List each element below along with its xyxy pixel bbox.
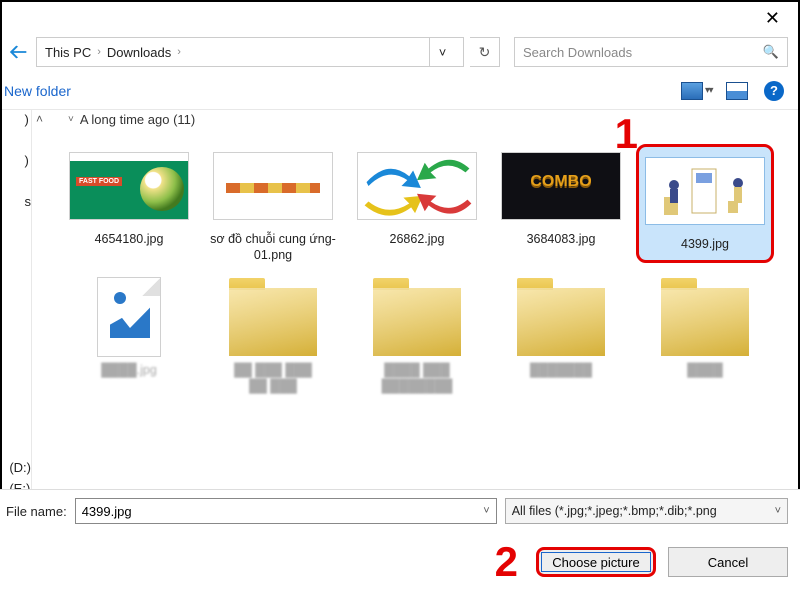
- file-name: 4654180.jpg: [95, 232, 164, 248]
- file-name-blurred: ████: [687, 363, 722, 379]
- image-thumbnail: [69, 152, 189, 220]
- details-pane-icon[interactable]: [726, 82, 748, 100]
- annotation-2: 2: [495, 538, 518, 586]
- file-name: sơ đồ chuỗi cung ứng-01.png: [208, 232, 338, 263]
- image-thumbnail: [645, 157, 765, 225]
- file-item[interactable]: ████ ███████████: [348, 275, 486, 394]
- group-header[interactable]: ˅ A long time ago (11): [68, 112, 195, 127]
- file-name: 4399.jpg: [681, 237, 729, 253]
- new-folder-button[interactable]: New folder: [2, 83, 71, 99]
- back-icon[interactable]: [8, 41, 30, 63]
- file-name-label: File name:: [6, 504, 67, 519]
- file-item[interactable]: ███████: [492, 275, 630, 394]
- refresh-icon[interactable]: ↻: [470, 37, 500, 67]
- search-placeholder: Search Downloads: [523, 45, 632, 60]
- file-name-blurred: ██ ███ █████ ███: [234, 363, 312, 394]
- image-thumbnail: [501, 152, 621, 220]
- view-options: ▾ ?: [681, 81, 784, 101]
- file-item[interactable]: 26862.jpg: [348, 144, 486, 263]
- help-icon[interactable]: ?: [764, 81, 784, 101]
- file-name-input[interactable]: 4399.jpg ˅: [75, 498, 497, 524]
- file-type-filter[interactable]: All files (*.jpg;*.jpeg;*.bmp;*.dib;*.pn…: [505, 498, 788, 524]
- folder-icon: [517, 288, 605, 356]
- cancel-button[interactable]: Cancel: [668, 547, 788, 577]
- search-input[interactable]: Search Downloads 🔍: [514, 37, 788, 67]
- chevron-down-icon: ˅: [68, 114, 74, 125]
- chevron-down-icon[interactable]: ˅: [429, 37, 455, 67]
- file-name-blurred: ███████: [530, 363, 592, 379]
- bottom-bar: File name: 4399.jpg ˅ All files (*.jpg;*…: [0, 489, 800, 600]
- image-thumbnail: [357, 152, 477, 220]
- address-bar-row: This PC › Downloads › ˅ ↻ Search Downloa…: [2, 34, 798, 72]
- file-name: 26862.jpg: [390, 232, 445, 248]
- sidebar-drive-d[interactable]: (D:): [9, 460, 31, 475]
- folder-icon: [373, 288, 461, 356]
- file-name-value: 4399.jpg: [82, 504, 132, 519]
- image-thumbnail: [213, 152, 333, 220]
- breadcrumb-folder[interactable]: Downloads: [107, 45, 171, 60]
- navigation-sidebar: ) ) s (D:) (E:): [2, 110, 32, 528]
- file-list: ˄ ˅ A long time ago (11) 4654180.jpg sơ …: [32, 110, 798, 528]
- filter-text: All files (*.jpg;*.jpeg;*.bmp;*.dib;*.pn…: [512, 504, 717, 518]
- toolbar: New folder ▾ ?: [2, 72, 798, 110]
- file-item[interactable]: ████.jpg: [60, 275, 198, 394]
- file-item-selected[interactable]: 4399.jpg: [636, 144, 774, 263]
- file-item[interactable]: ████: [636, 275, 774, 394]
- search-icon: 🔍: [763, 44, 779, 60]
- image-thumbnail: [97, 277, 161, 357]
- file-name-blurred: ████.jpg: [101, 363, 157, 379]
- title-bar: ✕: [2, 2, 798, 34]
- annotation-1: 1: [615, 110, 638, 158]
- file-item[interactable]: sơ đồ chuỗi cung ứng-01.png: [204, 144, 342, 263]
- group-label: A long time ago (11): [80, 112, 195, 127]
- folder-icon: [229, 288, 317, 356]
- preview-pane-icon[interactable]: [681, 82, 703, 100]
- file-name-blurred: ████ ███████████: [382, 363, 453, 394]
- file-item[interactable]: 4654180.jpg: [60, 144, 198, 263]
- file-item[interactable]: 3684083.jpg: [492, 144, 630, 263]
- breadcrumb[interactable]: This PC › Downloads › ˅: [36, 37, 464, 67]
- chevron-down-icon: ˅: [775, 505, 781, 517]
- sidebar-fragment: s: [25, 194, 32, 209]
- chevron-right-icon: ›: [95, 46, 103, 58]
- chevron-right-icon: ›: [175, 46, 183, 58]
- choose-picture-button[interactable]: Choose picture: [536, 547, 656, 577]
- breadcrumb-root[interactable]: This PC: [45, 45, 91, 60]
- close-icon[interactable]: ✕: [765, 8, 780, 29]
- file-name: 3684083.jpg: [527, 232, 596, 248]
- body: ) ) s (D:) (E:) ˄ ˅ A long time ago (11)…: [2, 110, 798, 528]
- folder-icon: [661, 288, 749, 356]
- scroll-up-icon[interactable]: ˄: [36, 112, 43, 126]
- file-item[interactable]: ██ ███ █████ ███: [204, 275, 342, 394]
- chevron-down-icon[interactable]: ˅: [483, 505, 489, 517]
- sidebar-fragment: ): [25, 153, 32, 168]
- sidebar-fragment: ): [25, 112, 32, 127]
